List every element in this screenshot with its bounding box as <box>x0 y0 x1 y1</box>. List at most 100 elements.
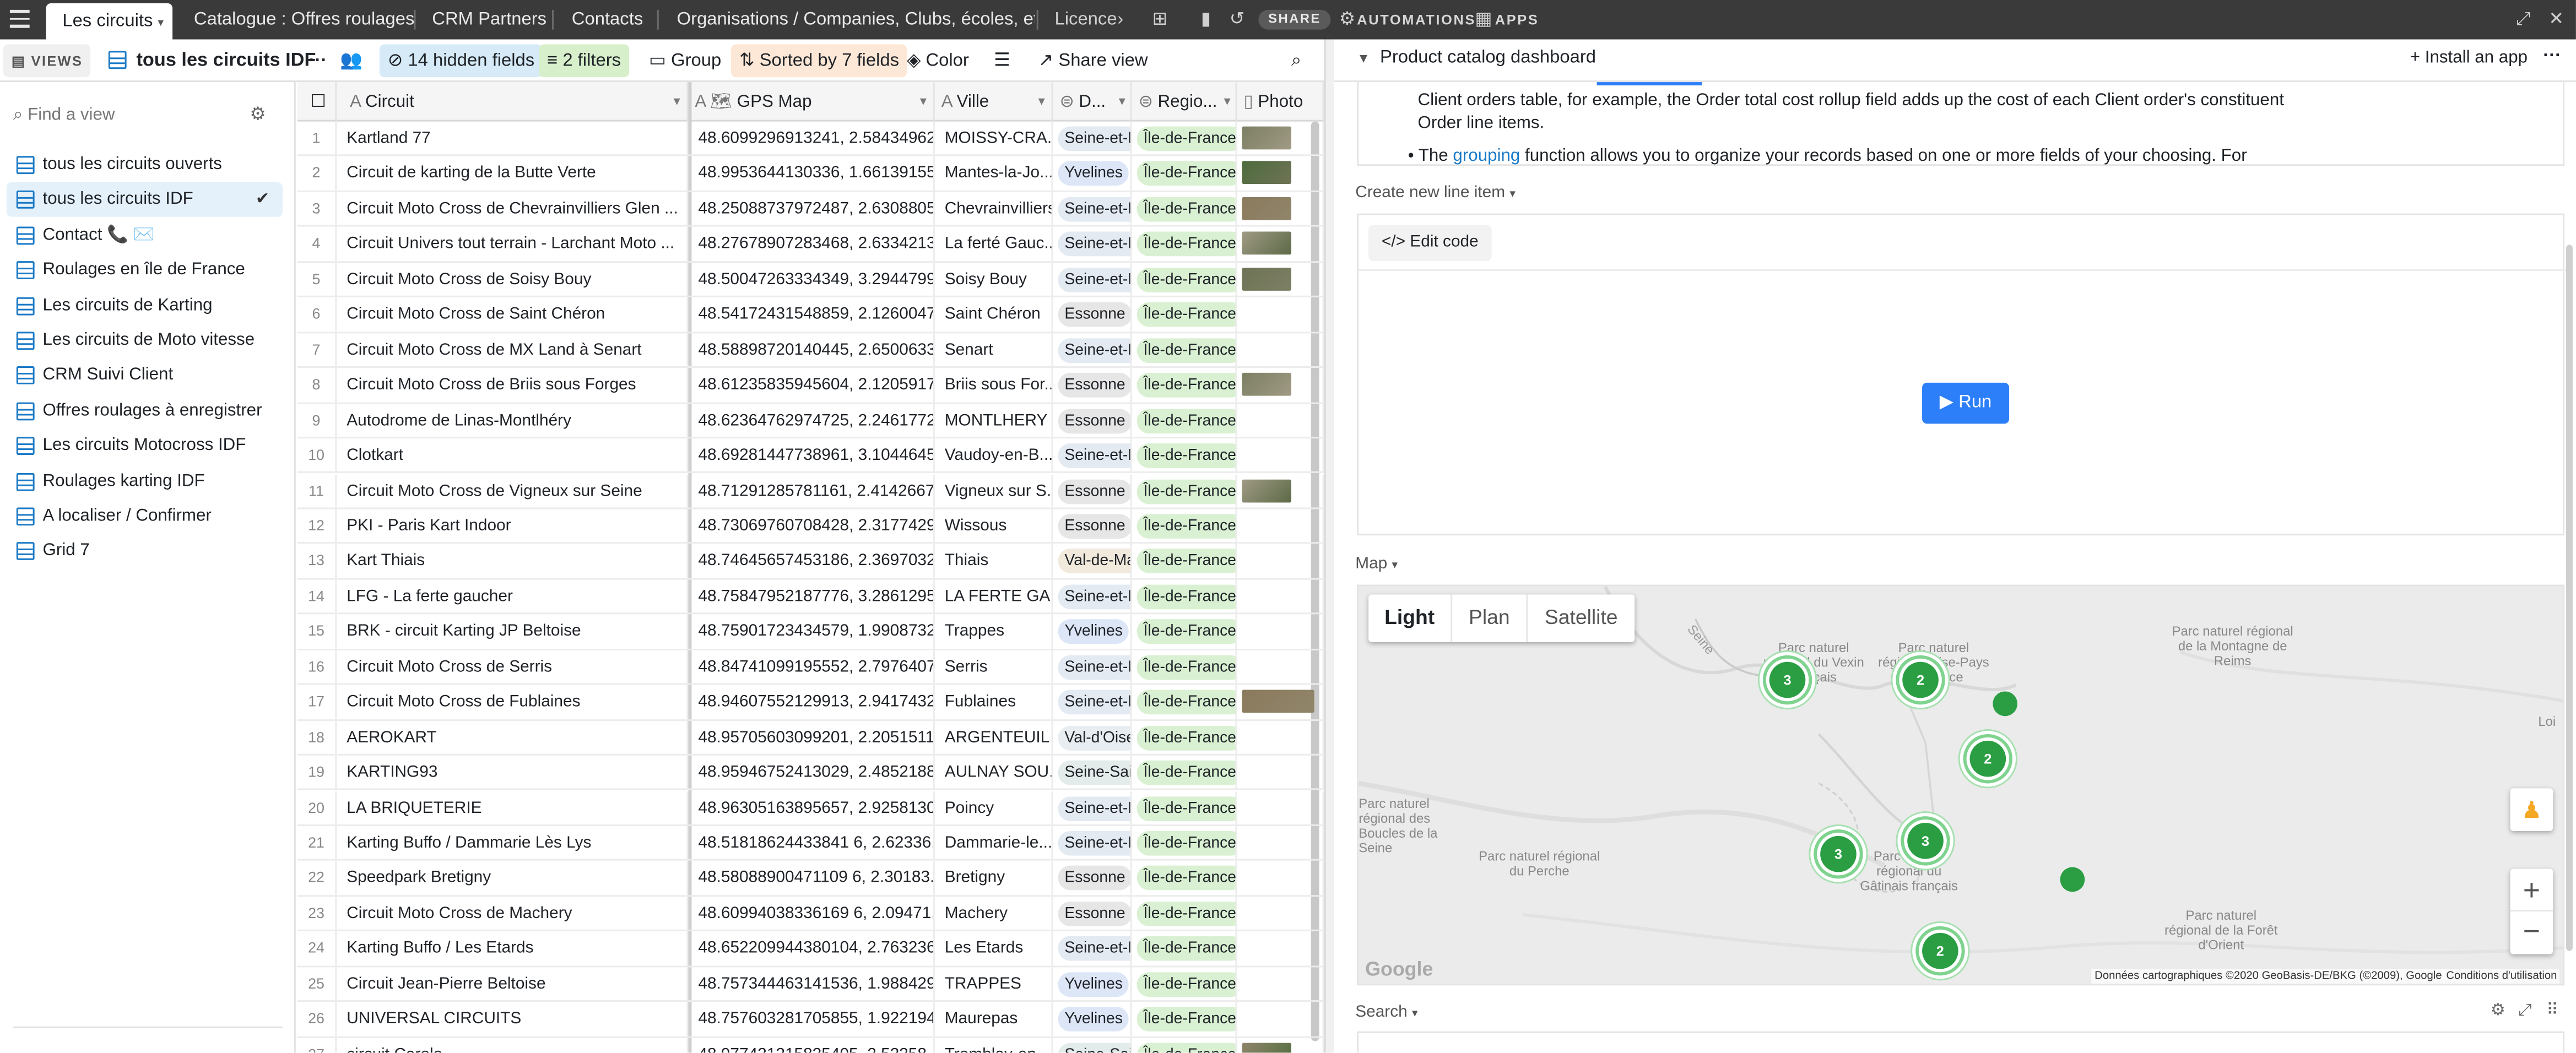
more-icon[interactable]: ··· <box>301 45 335 78</box>
row-number[interactable]: 6 <box>297 297 337 333</box>
region-cell[interactable]: Île-de-France <box>1132 156 1237 192</box>
gps-cell[interactable]: 48.94607552129913, 2.94174326... <box>688 685 935 720</box>
departement-cell[interactable]: Seine-Sain <box>1053 756 1132 790</box>
region-cell[interactable]: Île-de-France <box>1132 720 1237 755</box>
views-toggle-button[interactable]: ▤ VIEWS <box>3 44 91 78</box>
map-cluster-marker[interactable]: 2 <box>1902 661 1939 698</box>
photo-cell[interactable] <box>1237 262 1324 297</box>
circuit-cell[interactable]: Circuit Univers tout terrain - Larchant … <box>337 227 689 262</box>
departement-cell[interactable]: Val-de-Ma <box>1053 544 1132 579</box>
photo-cell[interactable] <box>1237 333 1324 368</box>
table-row[interactable]: 14 LFG - La ferte gaucher 48.7584795218777… <box>297 579 1324 615</box>
photo-cell[interactable] <box>1237 931 1324 967</box>
table-row[interactable]: 5 Circuit Moto Cross de Soisy Bouy 48.5004… <box>297 262 1324 298</box>
departement-cell[interactable]: Seine-et-M <box>1053 685 1132 720</box>
menu-icon[interactable] <box>9 9 30 30</box>
gps-cell[interactable]: 48.27678907283468, 2.63342131... <box>688 227 935 262</box>
region-cell[interactable]: Île-de-France <box>1132 438 1237 473</box>
departement-cell[interactable]: Essonne <box>1053 474 1132 508</box>
photo-cell[interactable] <box>1237 368 1324 403</box>
ville-cell[interactable]: Trappes <box>935 615 1053 649</box>
filter-button[interactable]: ≡ 2 filters <box>539 44 630 78</box>
photo-thumbnail[interactable] <box>1242 232 1291 256</box>
row-number[interactable]: 5 <box>297 262 337 297</box>
grouping-link[interactable]: grouping <box>1453 146 1520 166</box>
region-cell[interactable]: Île-de-France <box>1132 615 1237 649</box>
ville-cell[interactable]: Chevrainvilliers <box>935 192 1053 227</box>
table-row[interactable]: 13 Kart Thiais 48.74645657453186, 2.369703… <box>297 544 1324 580</box>
departement-cell[interactable]: Essonne <box>1053 403 1132 438</box>
map-terms-link[interactable]: Conditions d'utilisation <box>2443 969 2561 984</box>
search-icon[interactable]: ⌕ <box>1283 45 1309 78</box>
row-number[interactable]: 7 <box>297 333 337 368</box>
ville-cell[interactable]: Tremblay-en... <box>935 1037 1053 1053</box>
photo-cell[interactable] <box>1237 121 1324 156</box>
more-icon[interactable]: ··· <box>2543 46 2561 66</box>
street-view-pegman-icon[interactable]: ♟ <box>2510 788 2553 831</box>
row-number[interactable]: 3 <box>297 192 337 227</box>
row-number[interactable]: 10 <box>297 438 337 473</box>
gps-cell[interactable]: 48.58088900471109 6, 2.30183... <box>688 861 935 896</box>
map-view[interactable]: Light Plan Satellite Parc naturel région… <box>1357 584 2565 986</box>
tab-organisations[interactable]: Organisations / Companies, Clubs, écoles… <box>661 0 1035 40</box>
circuit-cell[interactable]: Circuit Moto Cross de Serris <box>337 650 689 685</box>
circuit-cell[interactable]: Circuit Moto Cross de Fublaines <box>337 685 689 720</box>
map-type-light[interactable]: Light <box>1368 595 1451 642</box>
photo-cell[interactable] <box>1237 756 1324 790</box>
departement-cell[interactable]: Seine-et-M <box>1053 333 1132 368</box>
row-number[interactable]: 22 <box>297 861 337 896</box>
row-number[interactable]: 14 <box>297 579 337 614</box>
ville-cell[interactable]: MOISSY-CRA... <box>935 121 1053 156</box>
departement-cell[interactable]: Seine-et-M <box>1053 438 1132 473</box>
region-cell[interactable]: Île-de-France <box>1132 896 1237 931</box>
trash-icon[interactable]: ▮ <box>1194 8 1217 31</box>
row-number[interactable]: 23 <box>297 896 337 931</box>
table-row[interactable]: 4 Circuit Univers tout terrain - Larchant… <box>297 227 1324 263</box>
ville-cell[interactable]: Bretigny <box>935 861 1053 896</box>
table-row[interactable]: 15 BRK - circuit Karting JP Beltoise 48.75… <box>297 615 1324 650</box>
photo-thumbnail[interactable] <box>1242 1042 1291 1053</box>
column-header-circuit[interactable]: A Circuit ▾ <box>337 82 689 122</box>
region-cell[interactable]: Île-de-France <box>1132 368 1237 403</box>
sidebar-view-item[interactable]: Les circuits Motocross IDF <box>7 429 283 464</box>
region-cell[interactable]: Île-de-France <box>1132 297 1237 333</box>
photo-thumbnail[interactable] <box>1242 690 1314 713</box>
circuit-cell[interactable]: Circuit Jean-Pierre Beltoise <box>337 967 689 1002</box>
share-button[interactable]: SHARE <box>1258 9 1331 30</box>
row-number[interactable]: 1 <box>297 121 337 156</box>
ville-cell[interactable]: Vigneux sur S... <box>935 474 1053 508</box>
departement-cell[interactable]: Yvelines <box>1053 615 1132 649</box>
region-cell[interactable]: Île-de-France <box>1132 474 1237 508</box>
departement-cell[interactable]: Seine-et-M <box>1053 262 1132 297</box>
ville-cell[interactable]: Maurepas <box>935 1002 1053 1037</box>
table-row[interactable]: 26 UNIVERSAL CIRCUITS 48.757603281705855, … <box>297 1002 1324 1038</box>
gps-cell[interactable]: 48.71291285781161, 2.41426678... <box>688 474 935 508</box>
sidebar-view-item[interactable]: Les circuits de Karting <box>7 289 283 323</box>
row-number[interactable]: 26 <box>297 1002 337 1037</box>
gps-cell[interactable]: 48.75901723434579, 1.99087321... <box>688 615 935 649</box>
row-number[interactable]: 18 <box>297 720 337 755</box>
departement-cell[interactable]: Essonne <box>1053 509 1132 544</box>
circuit-cell[interactable]: LA BRIQUETERIE <box>337 791 689 826</box>
region-cell[interactable]: Île-de-France <box>1132 967 1237 1002</box>
circuit-cell[interactable]: Karting Buffo / Dammarie Lès Lys <box>337 826 689 861</box>
tab-crm-partners[interactable]: CRM Partners <box>415 0 550 40</box>
row-number[interactable]: 17 <box>297 685 337 720</box>
row-number[interactable]: 20 <box>297 791 337 826</box>
circuit-cell[interactable]: Autodrome de Linas-Montlhéry <box>337 403 689 438</box>
region-cell[interactable]: Île-de-France <box>1132 1037 1237 1053</box>
photo-cell[interactable] <box>1237 826 1324 861</box>
photo-thumbnail[interactable] <box>1242 126 1291 150</box>
ville-cell[interactable]: Mantes-la-Jo... <box>935 156 1053 192</box>
region-cell[interactable]: Île-de-France <box>1132 931 1237 967</box>
map-type-plan[interactable]: Plan <box>1451 594 1526 643</box>
map-cluster-marker[interactable]: 2 <box>1922 932 1958 969</box>
share-view-button[interactable]: ↗ Share view <box>1030 45 1156 78</box>
departement-cell[interactable]: Essonne <box>1053 368 1132 403</box>
circuit-cell[interactable]: Karting Buffo / Les Etards <box>337 931 689 967</box>
photo-cell[interactable] <box>1237 720 1324 755</box>
collapse-chevron-icon[interactable]: ▼ <box>1357 51 1370 66</box>
table-row[interactable]: 17 Circuit Moto Cross de Fublaines 48.9460… <box>297 685 1324 720</box>
ville-cell[interactable]: La ferté Gauc... <box>935 227 1053 262</box>
circuit-cell[interactable]: PKI - Paris Kart Indoor <box>337 509 689 544</box>
